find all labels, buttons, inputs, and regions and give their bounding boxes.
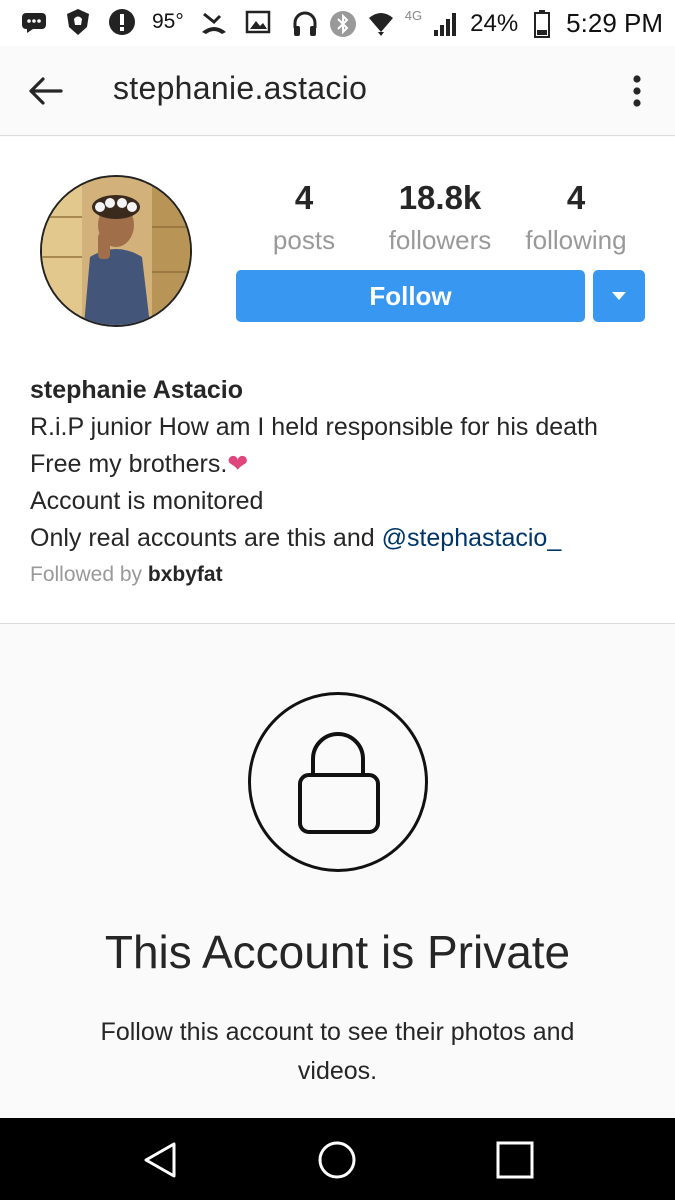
status-bar: 95° 4G 24% 5:29 PM bbox=[0, 0, 675, 46]
lock-badge bbox=[248, 692, 428, 872]
battery-percent: 24% bbox=[470, 9, 519, 37]
posts-label: posts bbox=[272, 225, 336, 255]
follow-button[interactable]: Follow bbox=[236, 270, 585, 322]
clock: 5:29 PM bbox=[566, 8, 663, 38]
posts-count: 4 bbox=[294, 179, 314, 216]
system-nav-bar bbox=[0, 1118, 675, 1200]
nav-recents-icon bbox=[496, 1141, 534, 1179]
app-header: stephanie.astacio bbox=[0, 46, 675, 136]
more-options-button[interactable] bbox=[619, 70, 655, 112]
stat-posts: 4 posts bbox=[262, 179, 346, 256]
avatar[interactable] bbox=[40, 175, 192, 327]
back-arrow-icon bbox=[29, 77, 63, 105]
bio-line: Only real accounts are this and @stephas… bbox=[30, 520, 650, 557]
message-icon bbox=[20, 8, 48, 36]
back-button[interactable] bbox=[22, 70, 68, 112]
followers-count: 18.8k bbox=[398, 179, 482, 216]
display-name: stephanie Astacio bbox=[30, 376, 244, 404]
profile-card: 4 posts 18.8k followers 4 following Foll… bbox=[0, 137, 675, 624]
nav-home-icon bbox=[318, 1141, 356, 1179]
stat-followers[interactable]: 18.8k followers bbox=[380, 179, 500, 256]
private-subtitle: Follow this account to see their photos … bbox=[100, 1018, 575, 1085]
temperature-text: 95° bbox=[152, 10, 184, 33]
private-title: This Account is Private bbox=[104, 926, 571, 978]
followed-by-user[interactable]: bxbyfat bbox=[148, 563, 223, 586]
nav-home-button[interactable] bbox=[315, 1138, 359, 1182]
shield-app-icon bbox=[64, 8, 92, 36]
nav-back-button[interactable] bbox=[138, 1138, 182, 1182]
heart-icon: ❤ bbox=[227, 450, 249, 478]
bio-line: Account is monitored bbox=[30, 487, 264, 515]
wifi-icon bbox=[367, 10, 395, 38]
signal-icon bbox=[432, 10, 460, 38]
page-title: stephanie.astacio bbox=[113, 70, 368, 106]
following-count: 4 bbox=[566, 179, 586, 216]
suggestions-dropdown-button[interactable] bbox=[593, 270, 645, 322]
followed-by-prefix: Followed by bbox=[30, 563, 148, 586]
bio-line: R.i.P junior How am I held responsible f… bbox=[30, 413, 598, 441]
bio-text: Only real accounts are this and bbox=[30, 524, 382, 552]
lock-icon bbox=[298, 732, 380, 834]
missed-call-icon bbox=[200, 8, 228, 36]
stat-following[interactable]: 4 following bbox=[518, 179, 634, 256]
followers-label: followers bbox=[388, 225, 492, 255]
dropdown-caret-icon bbox=[612, 292, 626, 300]
image-icon bbox=[244, 8, 272, 36]
followed-by[interactable]: Followed by bxbyfat bbox=[30, 563, 650, 587]
bio-section: stephanie Astacio R.i.P junior How am I … bbox=[30, 375, 650, 587]
nav-recents-button[interactable] bbox=[493, 1138, 537, 1182]
more-vertical-icon bbox=[633, 75, 641, 107]
nav-back-icon bbox=[144, 1142, 176, 1178]
headset-icon bbox=[291, 10, 319, 38]
private-account-section: This Account is Private Follow this acco… bbox=[0, 625, 675, 1118]
bluetooth-icon bbox=[329, 10, 357, 38]
bio-text: Free my brothers. bbox=[30, 450, 228, 478]
mention-link[interactable]: @stephastacio_ bbox=[382, 524, 562, 552]
alert-icon bbox=[108, 8, 136, 36]
following-label: following bbox=[525, 225, 627, 255]
bio-line: Free my brothers.❤ bbox=[30, 446, 650, 483]
network-type: 4G bbox=[404, 8, 423, 23]
battery-icon bbox=[528, 9, 556, 38]
